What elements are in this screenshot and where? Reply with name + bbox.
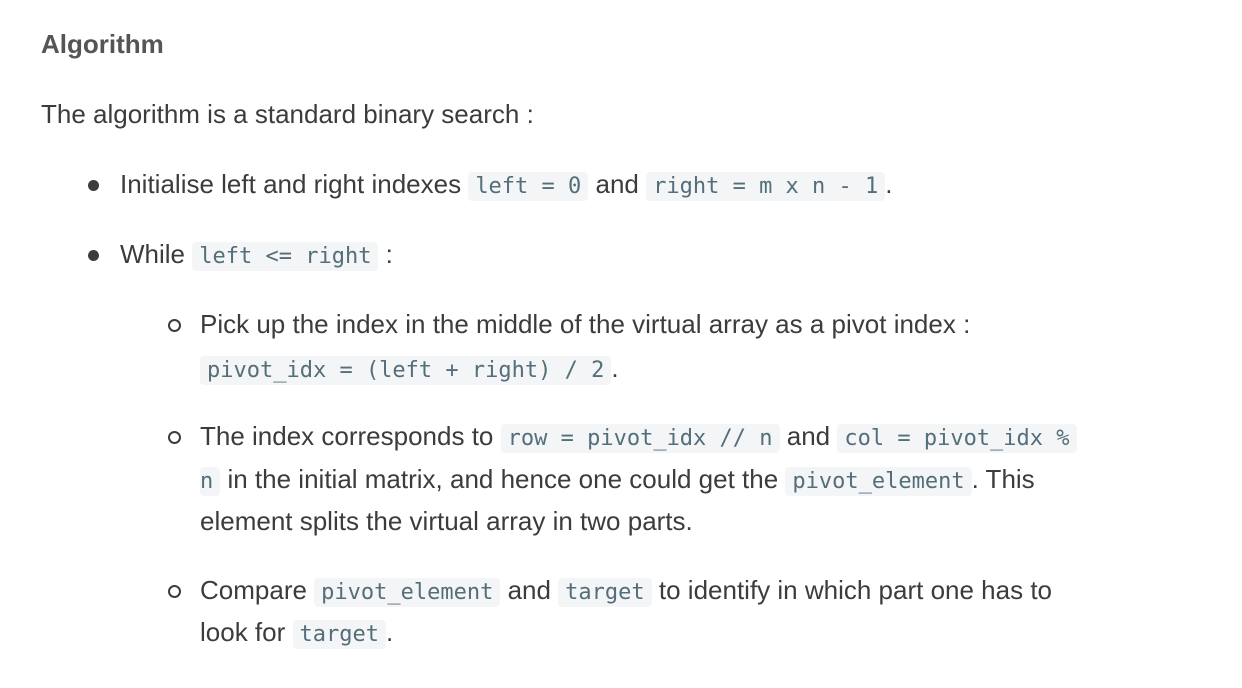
code-pivot-element: pivot_element bbox=[314, 578, 501, 607]
intro-paragraph: The algorithm is a standard binary searc… bbox=[41, 99, 534, 129]
code-pivot-formula: pivot_idx = (left + right) / 2 bbox=[200, 356, 612, 385]
list-item-text: Pick up the index in the middle of the v… bbox=[200, 309, 971, 339]
code-right-init: right = m x n - 1 bbox=[646, 172, 886, 201]
code-col-formula-cont: n bbox=[200, 467, 221, 496]
list-item-text: Initialise left and right indexes bbox=[120, 169, 469, 199]
sub-item-compare-line2: look for target. bbox=[200, 614, 393, 653]
list-item-text: While bbox=[120, 239, 193, 269]
bullet-circle-icon bbox=[168, 585, 181, 598]
bullet-disc-icon bbox=[88, 180, 99, 191]
list-item-text: The index corresponds to bbox=[200, 421, 501, 451]
list-item-while: While left <= right : bbox=[120, 236, 393, 275]
code-pivot-element: pivot_element bbox=[785, 467, 972, 496]
list-item-text: Compare bbox=[200, 575, 315, 605]
code-loop-condition: left <= right bbox=[192, 242, 379, 271]
list-item-initialise: Initialise left and right indexes left =… bbox=[120, 166, 893, 205]
list-item-text: look for bbox=[200, 617, 293, 647]
list-item-text: element splits the virtual array in two … bbox=[200, 506, 693, 536]
list-item-text: : bbox=[378, 239, 393, 269]
code-left-init: left = 0 bbox=[468, 172, 589, 201]
bullet-disc-icon bbox=[88, 250, 99, 261]
code-target: target bbox=[558, 578, 652, 607]
sub-item-index-line1: The index corresponds to row = pivot_idx… bbox=[200, 418, 1077, 457]
list-item-text: . bbox=[385, 617, 394, 647]
list-item-text: in the initial matrix, and hence one cou… bbox=[220, 464, 786, 494]
sub-item-pivot-line2: pivot_idx = (left + right) / 2. bbox=[200, 350, 619, 389]
list-item-text: . This bbox=[971, 464, 1035, 494]
list-item-text: and bbox=[779, 421, 838, 451]
code-row-formula: row = pivot_idx // n bbox=[500, 424, 780, 453]
code-target: target bbox=[292, 620, 386, 649]
list-item-text: and bbox=[500, 575, 559, 605]
section-heading: Algorithm bbox=[41, 29, 164, 59]
sub-item-compare-line1: Compare pivot_element and target to iden… bbox=[200, 572, 1052, 611]
bullet-circle-icon bbox=[168, 431, 181, 444]
list-item-text: and bbox=[588, 169, 647, 199]
list-item-text: to identify in which part one has to bbox=[651, 575, 1053, 605]
sub-item-pivot-line1: Pick up the index in the middle of the v… bbox=[200, 306, 970, 342]
list-item-text: . bbox=[611, 353, 619, 383]
bullet-circle-icon bbox=[168, 319, 181, 332]
code-col-formula: col = pivot_idx % bbox=[837, 424, 1077, 453]
sub-item-index-line2: n in the initial matrix, and hence one c… bbox=[200, 461, 1035, 500]
sub-item-index-line3: element splits the virtual array in two … bbox=[200, 503, 693, 539]
list-item-text: . bbox=[885, 169, 893, 199]
